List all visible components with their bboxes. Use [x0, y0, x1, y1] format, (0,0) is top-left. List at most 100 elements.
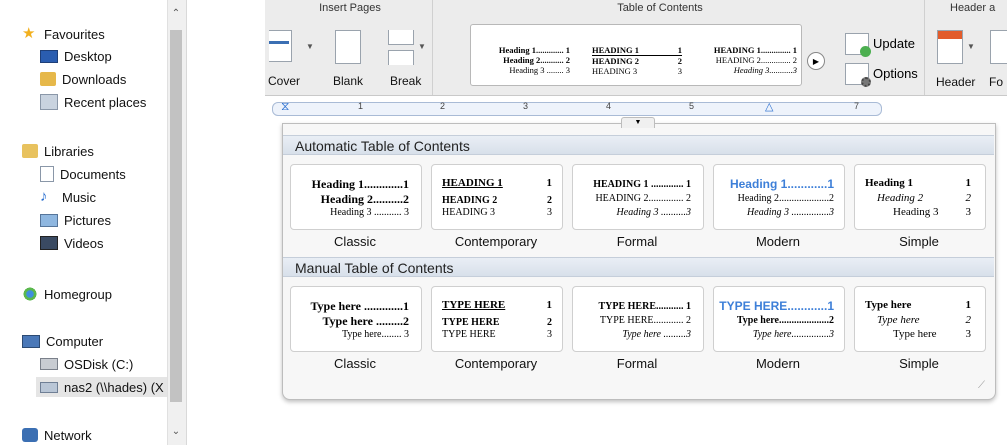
network-drive-icon: [40, 381, 58, 393]
gallery-line: Heading 2........... 2: [503, 55, 570, 65]
toc-page: 3: [547, 329, 552, 340]
break-dropdown-icon[interactable]: ▼: [418, 42, 426, 51]
scroll-down-icon[interactable]: ⌄: [170, 426, 182, 437]
options-icon[interactable]: [845, 63, 871, 87]
cover-button[interactable]: Cover: [268, 74, 300, 88]
toc-auto-formal[interactable]: HEADING 1 ............. 1 HEADING 2.....…: [572, 164, 704, 230]
nav-pictures[interactable]: Pictures: [40, 210, 111, 230]
resize-grip-icon[interactable]: ⟋: [978, 380, 985, 391]
drive-icon: [40, 358, 58, 370]
gallery-contemporary[interactable]: HEADING 1 1 HEADING 2 2 HEADING 3 3: [592, 45, 682, 76]
nav-desktop[interactable]: Desktop: [40, 46, 112, 66]
nav-favourites[interactable]: ★ Favourites: [22, 24, 105, 44]
gallery-classic[interactable]: Heading 1............. 1 Heading 2......…: [478, 45, 570, 75]
toc-line: Type here....................2: [736, 315, 834, 326]
nav-label: Desktop: [64, 48, 112, 64]
nav-label: OSDisk (C:): [64, 356, 134, 372]
gallery-page: 3: [677, 66, 682, 76]
style-label-simple: Simple: [899, 356, 939, 371]
nav-osdisk[interactable]: OSDisk (C:): [40, 354, 133, 374]
options-button[interactable]: Options: [873, 66, 918, 81]
break-button[interactable]: Break: [390, 74, 421, 88]
toc-line: Heading 2: [877, 192, 924, 204]
group-toc-title: Table of Contents: [617, 2, 703, 14]
nav-label: Documents: [60, 166, 126, 182]
toc-manual-simple[interactable]: Type here 1 Type here 2 Type here 3: [854, 286, 986, 352]
gallery-next-icon[interactable]: ▶: [807, 52, 825, 70]
toc-auto-classic[interactable]: Heading 1.............1 Heading 2.......…: [290, 164, 422, 230]
nav-recent-places[interactable]: Recent places: [40, 92, 146, 112]
group-header-title: Header a: [950, 2, 996, 14]
toc-line: Type here .............1: [310, 299, 409, 313]
toc-line: Heading 1: [865, 177, 913, 189]
nav-homegroup[interactable]: Homegroup: [22, 284, 112, 304]
header-icon[interactable]: [937, 30, 963, 64]
nav-label: Recent places: [64, 94, 147, 110]
toc-page: 2: [965, 192, 972, 204]
style-label-classic: Classic: [334, 234, 376, 249]
nav-label: Homegroup: [44, 286, 112, 302]
cover-dropdown-icon[interactable]: ▼: [306, 42, 314, 51]
blank-page-icon[interactable]: [335, 30, 361, 64]
style-label-classic: Classic: [334, 356, 376, 371]
nav-network-drive[interactable]: nas2 (\\hades) (X: [36, 377, 170, 397]
style-label-formal: Formal: [616, 356, 658, 371]
toc-auto-simple[interactable]: Heading 1 1 Heading 2 2 Heading 3 3: [854, 164, 986, 230]
nav-documents[interactable]: Documents: [40, 164, 126, 184]
videos-icon: [40, 236, 58, 250]
nav-music[interactable]: ♪ Music: [40, 187, 96, 207]
toc-line: TYPE HERE: [442, 317, 500, 328]
header-dropdown-icon[interactable]: ▼: [967, 42, 975, 51]
tab-stop-icon[interactable]: △: [765, 100, 773, 113]
nav-libraries[interactable]: Libraries: [22, 141, 94, 161]
toc-line: TYPE HERE............1: [719, 299, 834, 313]
nav-label: Pictures: [64, 212, 111, 228]
toc-line: Heading 3 ...............3: [747, 207, 834, 218]
toc-manual-modern[interactable]: TYPE HERE............1 Type here........…: [713, 286, 845, 352]
gallery-line: HEADING 3: [592, 66, 638, 76]
gallery-formal[interactable]: HEADING 1.............. 1 HEADING 2.....…: [705, 45, 797, 75]
update-table-icon[interactable]: [845, 33, 871, 57]
indent-marker-icon[interactable]: ⧖: [281, 99, 289, 114]
nav-downloads[interactable]: Downloads: [40, 69, 126, 89]
group-divider: [432, 0, 433, 95]
header-button[interactable]: Header: [936, 75, 975, 89]
blank-page-button[interactable]: Blank: [333, 74, 363, 88]
nav-videos[interactable]: Videos: [40, 233, 104, 253]
toc-manual-contemporary[interactable]: TYPE HERE 1 TYPE HERE 2 TYPE HERE 3: [431, 286, 563, 352]
group-divider: [924, 0, 925, 95]
gallery-line: Heading 3 ........ 3: [509, 65, 570, 75]
toc-auto-modern[interactable]: Heading 1............1 Heading 2........…: [713, 164, 845, 230]
nav-network[interactable]: Network: [22, 425, 92, 445]
toc-manual-formal[interactable]: TYPE HERE........... 1 TYPE HERE........…: [572, 286, 704, 352]
recent-places-icon: [40, 94, 58, 110]
toc-auto-contemporary[interactable]: HEADING 1 1 HEADING 2 2 HEADING 3 3: [431, 164, 563, 230]
toc-page: 3: [965, 328, 972, 340]
style-label-contemporary: Contemporary: [454, 234, 538, 249]
nav-label: Libraries: [44, 143, 94, 159]
toc-manual-classic[interactable]: Type here .............1 Type here .....…: [290, 286, 422, 352]
page-break-icon[interactable]: [388, 30, 414, 45]
toc-line: HEADING 3: [442, 207, 496, 218]
scroll-up-icon[interactable]: ⌃: [170, 8, 182, 19]
scrollbar-thumb[interactable]: [170, 30, 182, 402]
footer-button[interactable]: Fo: [989, 75, 1003, 89]
ruler-number: 5: [689, 101, 695, 111]
style-label-formal: Formal: [616, 234, 658, 249]
toc-line: Type here .........2: [322, 314, 409, 328]
network-icon: [22, 428, 38, 442]
toc-page: 1: [965, 177, 972, 189]
nav-computer[interactable]: Computer: [22, 331, 103, 351]
libraries-icon: [22, 144, 38, 158]
toc-line: HEADING 2.............. 2: [595, 193, 691, 204]
panel-collapse-icon[interactable]: ▼: [621, 117, 655, 128]
ruler-track[interactable]: [272, 102, 882, 116]
footer-icon[interactable]: [990, 30, 1007, 64]
cover-page-icon[interactable]: [269, 30, 292, 62]
gallery-page: 1: [677, 45, 682, 55]
toc-line: Heading 2..........2: [320, 192, 409, 206]
toc-page: 2: [547, 195, 552, 206]
update-button[interactable]: Update: [873, 36, 915, 51]
group-insert-pages-title: Insert Pages: [319, 2, 381, 14]
gallery-line: Heading 3...........3: [733, 65, 797, 75]
